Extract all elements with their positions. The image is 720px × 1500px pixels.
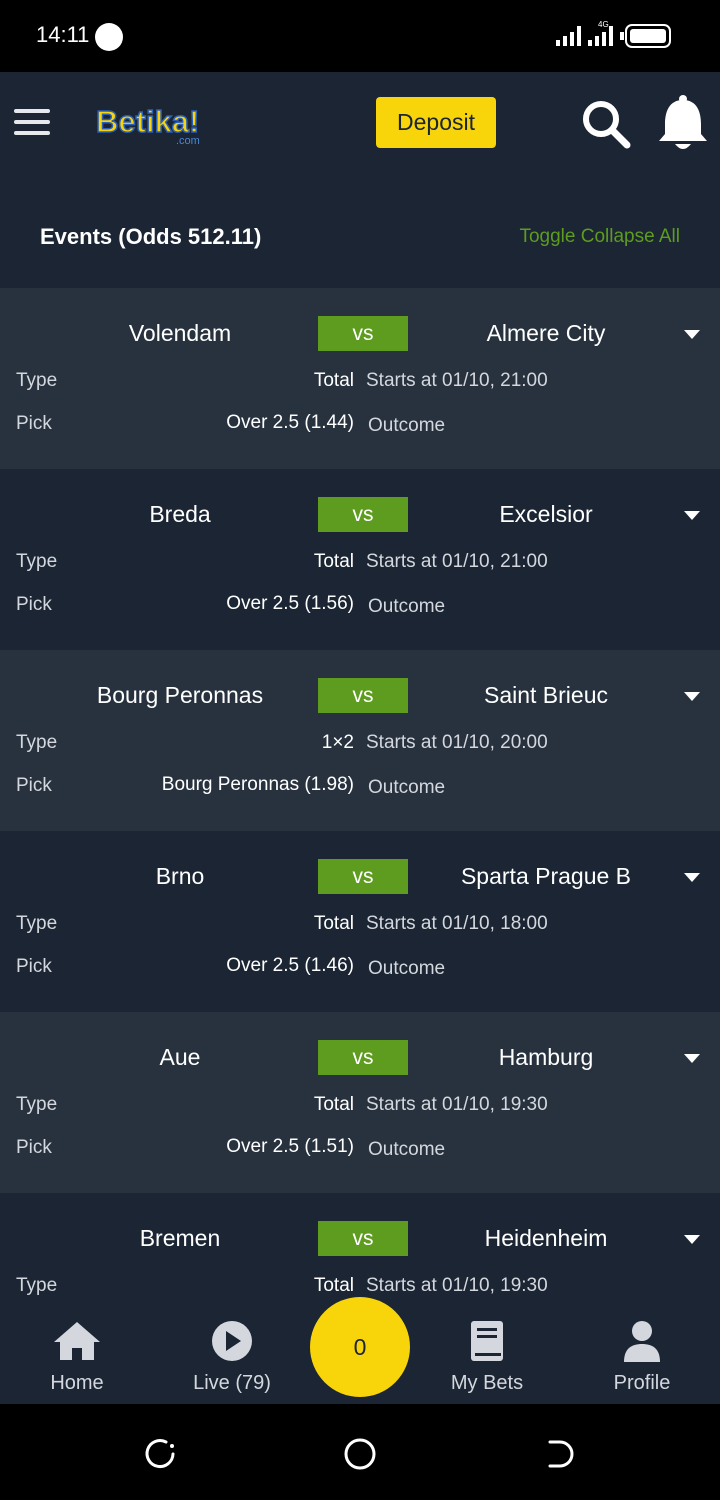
events-header: Events (Odds 512.11) Toggle Collapse All bbox=[0, 172, 720, 288]
search-icon[interactable] bbox=[580, 98, 632, 150]
nav-live[interactable]: Live (79) bbox=[162, 1310, 302, 1404]
deposit-button[interactable]: Deposit bbox=[376, 97, 496, 148]
market-type: Total bbox=[313, 370, 354, 391]
away-team: Saint Brieuc bbox=[483, 682, 608, 708]
event-row: Breda vs Excelsior Type Total Starts at … bbox=[0, 469, 720, 650]
start-time: Starts at 01/10, 20:00 bbox=[366, 732, 548, 753]
type-label: Type bbox=[16, 1094, 58, 1115]
caret-down-icon[interactable] bbox=[684, 330, 700, 339]
home-team: Aue bbox=[159, 1044, 201, 1070]
nav-profile[interactable]: Profile bbox=[572, 1310, 712, 1404]
vs-badge: vs bbox=[318, 859, 408, 894]
hamburger-menu-icon[interactable] bbox=[14, 108, 50, 136]
type-label: Type bbox=[16, 551, 58, 572]
event-row: Bourg Peronnas vs Saint Brieuc Type 1×2 … bbox=[0, 650, 720, 831]
start-time: Starts at 01/10, 18:00 bbox=[366, 913, 548, 934]
type-label: Type bbox=[16, 1275, 58, 1296]
notification-dot-icon bbox=[95, 23, 123, 51]
app-header: Betika! .com Deposit bbox=[0, 72, 720, 172]
start-time: Starts at 01/10, 19:30 bbox=[366, 1094, 548, 1115]
vs-badge: vs bbox=[318, 678, 408, 713]
market-type: Total bbox=[313, 551, 354, 572]
type-label: Type bbox=[16, 913, 58, 934]
away-team: Sparta Prague B bbox=[460, 863, 632, 889]
vs-badge: vs bbox=[318, 497, 408, 532]
home-team: Volendam bbox=[128, 320, 232, 346]
type-label: Type bbox=[16, 732, 58, 753]
outcome-label: Outcome bbox=[368, 415, 446, 436]
pick-label: Pick bbox=[16, 413, 52, 434]
betslip-count-button[interactable]: 0 bbox=[310, 1297, 410, 1397]
system-nav-bar bbox=[0, 1404, 720, 1500]
status-bar: 14:11 4G bbox=[0, 0, 720, 72]
pick-value: Over 2.5 (1.51) bbox=[226, 1136, 354, 1157]
signal-battery-icon: 4G bbox=[556, 20, 671, 48]
vs-badge: vs bbox=[318, 316, 408, 351]
outcome-label: Outcome bbox=[368, 596, 446, 617]
start-time: Starts at 01/10, 19:30 bbox=[366, 1275, 548, 1296]
type-label: Type bbox=[16, 370, 58, 391]
home-team: Breda bbox=[149, 501, 211, 527]
start-time: Starts at 01/10, 21:00 bbox=[366, 370, 548, 391]
home-icon bbox=[54, 1322, 100, 1360]
caret-down-icon[interactable] bbox=[684, 511, 700, 520]
caret-down-icon[interactable] bbox=[684, 1235, 700, 1244]
recent-apps-icon[interactable] bbox=[142, 1436, 178, 1472]
nav-profile-label: Profile bbox=[613, 1372, 671, 1394]
network-type: 4G bbox=[598, 20, 609, 29]
outcome-label: Outcome bbox=[368, 958, 446, 979]
away-team: Almere City bbox=[486, 320, 606, 346]
market-type: 1×2 bbox=[321, 732, 354, 753]
events-list: Volendam vs Almere City Type Total Start… bbox=[0, 288, 720, 1310]
home-button-icon[interactable] bbox=[342, 1436, 378, 1472]
book-icon bbox=[471, 1321, 503, 1361]
vs-badge: vs bbox=[318, 1221, 408, 1256]
caret-down-icon[interactable] bbox=[684, 1054, 700, 1063]
pick-value: Over 2.5 (1.46) bbox=[226, 955, 354, 976]
event-row: Brno vs Sparta Prague B Type Total Start… bbox=[0, 831, 720, 1012]
market-type: Total bbox=[313, 1094, 354, 1115]
status-time: 14:11 bbox=[36, 22, 90, 47]
pick-label: Pick bbox=[16, 775, 52, 796]
event-row: Bremen vs Heidenheim Type Total Starts a… bbox=[0, 1193, 720, 1310]
play-circle-icon bbox=[212, 1321, 252, 1361]
vs-badge: vs bbox=[318, 1040, 408, 1075]
pick-value: Over 2.5 (1.44) bbox=[226, 412, 354, 433]
caret-down-icon[interactable] bbox=[684, 873, 700, 882]
market-type: Total bbox=[313, 913, 354, 934]
betika-logo[interactable]: Betika! .com bbox=[94, 100, 218, 148]
market-type: Total bbox=[313, 1275, 354, 1296]
outcome-label: Outcome bbox=[368, 777, 446, 798]
caret-down-icon[interactable] bbox=[684, 692, 700, 701]
away-team: Excelsior bbox=[499, 501, 593, 527]
nav-live-label: Live (79) bbox=[193, 1372, 271, 1394]
pick-label: Pick bbox=[16, 1137, 52, 1158]
pick-label: Pick bbox=[16, 594, 52, 615]
logo-sub: .com bbox=[176, 135, 200, 147]
event-row: Aue vs Hamburg Type Total Starts at 01/1… bbox=[0, 1012, 720, 1193]
outcome-label: Outcome bbox=[368, 1139, 446, 1160]
pick-value: Bourg Peronnas (1.98) bbox=[161, 774, 354, 795]
event-row: Volendam vs Almere City Type Total Start… bbox=[0, 288, 720, 469]
nav-my-bets[interactable]: My Bets bbox=[417, 1310, 557, 1404]
user-icon bbox=[624, 1321, 660, 1362]
events-title: Events (Odds 512.11) bbox=[40, 224, 262, 249]
start-time: Starts at 01/10, 21:00 bbox=[366, 551, 548, 572]
bell-icon[interactable] bbox=[656, 94, 710, 152]
home-team: Bourg Peronnas bbox=[96, 682, 264, 708]
back-icon[interactable] bbox=[542, 1436, 578, 1472]
away-team: Heidenheim bbox=[484, 1225, 608, 1251]
away-team: Hamburg bbox=[498, 1044, 594, 1070]
pick-label: Pick bbox=[16, 956, 52, 977]
home-team: Brno bbox=[155, 863, 205, 889]
nav-my-bets-label: My Bets bbox=[450, 1372, 524, 1394]
toggle-collapse-all-link[interactable]: Toggle Collapse All bbox=[519, 226, 680, 248]
pick-value: Over 2.5 (1.56) bbox=[226, 593, 354, 614]
nav-home[interactable]: Home bbox=[7, 1310, 147, 1404]
logo-text: Betika! bbox=[96, 104, 199, 139]
home-team: Bremen bbox=[139, 1225, 221, 1251]
nav-home-label: Home bbox=[50, 1372, 104, 1394]
